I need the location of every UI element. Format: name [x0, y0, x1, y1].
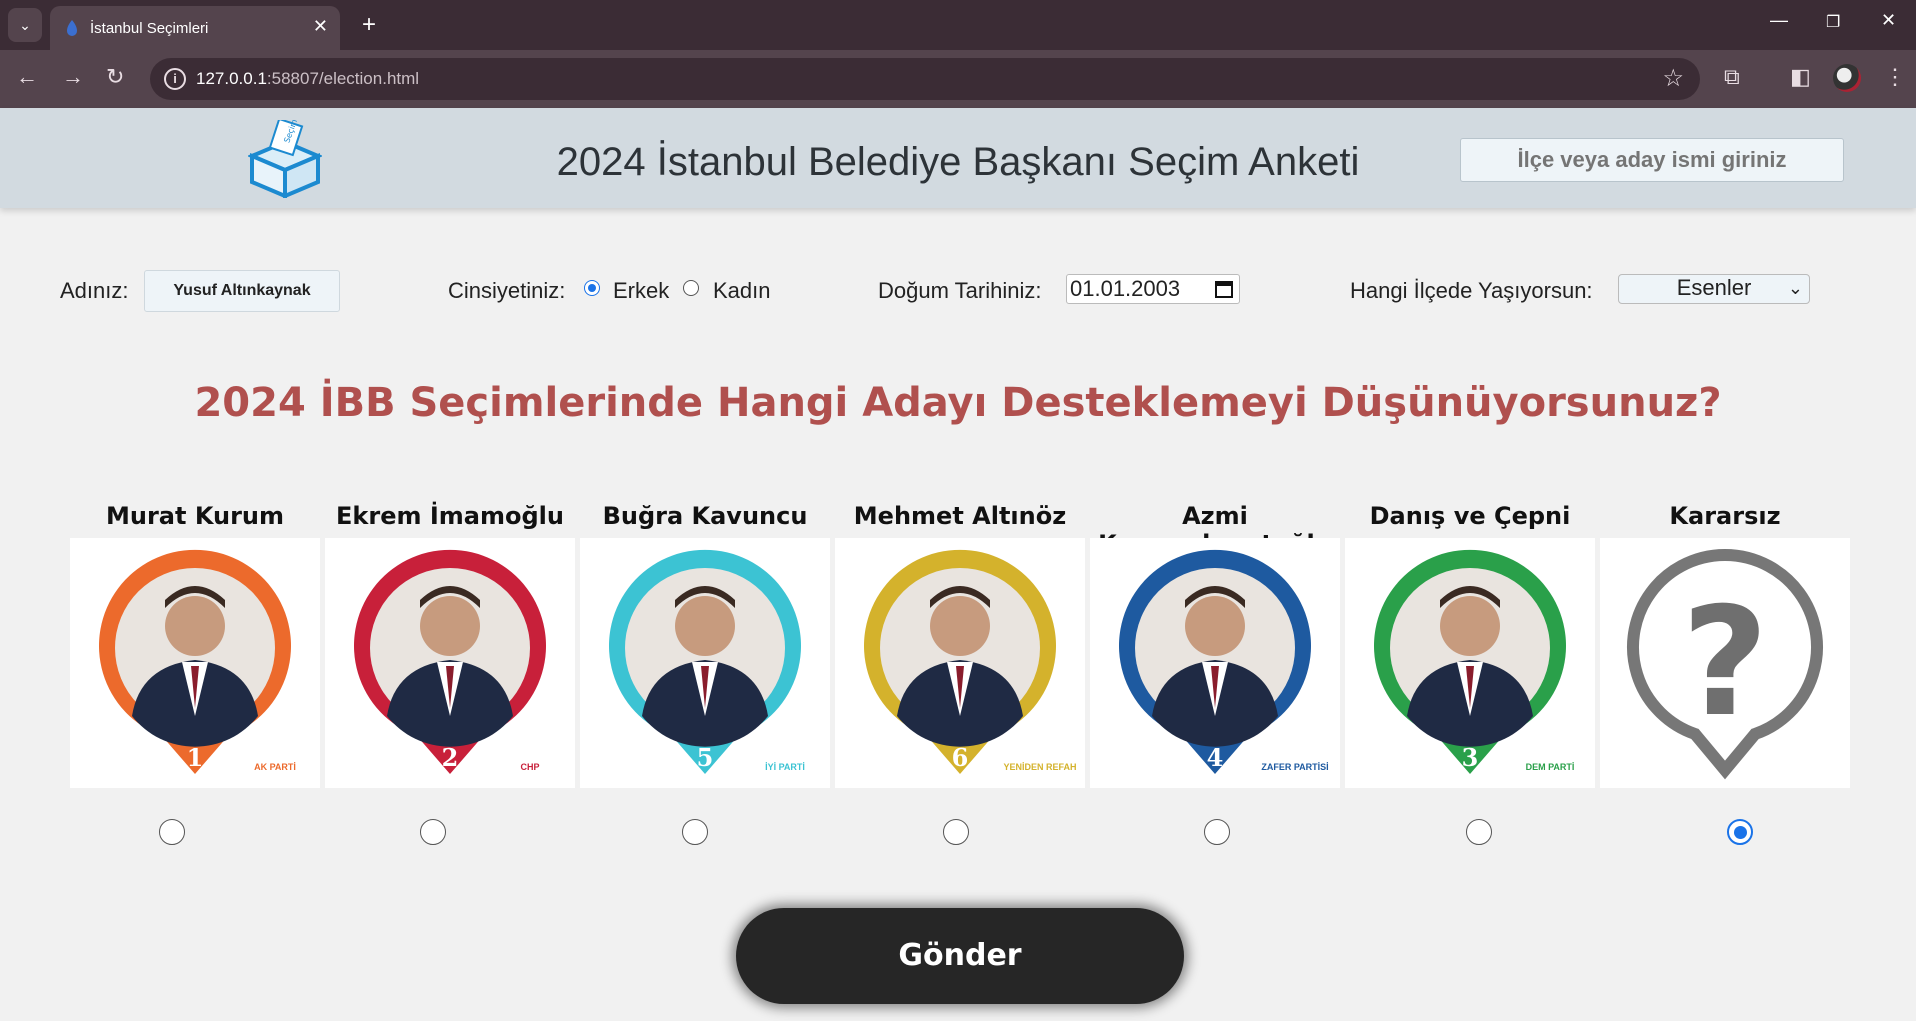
gender-radio-erkek[interactable] — [584, 280, 600, 296]
voter-info-form: Adınız: Cinsiyetiniz: Erkek Kadın Doğum … — [0, 268, 1916, 312]
page: Seçim 2024 İstanbul Belediye Başkanı Seç… — [0, 108, 1916, 1021]
candidate-photo: 3 DEM PARTİ — [1374, 549, 1575, 774]
svg-text:DEM PARTİ: DEM PARTİ — [1526, 762, 1575, 772]
extensions-icon[interactable]: ⧉ — [1724, 64, 1740, 90]
candidate-photo: 5 İYİ PARTİ — [609, 549, 805, 774]
side-panel-icon[interactable]: ◧ — [1790, 64, 1811, 90]
back-arrow-icon[interactable]: ← — [16, 64, 38, 90]
candidate-name: Murat Kurum — [105, 502, 285, 530]
site-info-icon[interactable]: i — [164, 68, 186, 90]
url-text: 127.0.0.1:58807/election.html — [196, 69, 419, 89]
name-field[interactable] — [144, 270, 340, 312]
minimize-icon[interactable]: — — [1770, 10, 1788, 31]
tab-title: İstanbul Seçimleri — [90, 20, 209, 37]
browser-tab[interactable]: İstanbul Seçimleri ✕ — [50, 6, 340, 50]
undecided-question-icon: ? — [1627, 549, 1823, 780]
browser-tabstrip: ⌄ İstanbul Seçimleri ✕ + — ❐ ✕ — [0, 0, 1916, 50]
calendar-icon[interactable] — [1214, 279, 1234, 299]
submit-button[interactable]: Gönder — [736, 908, 1184, 1004]
svg-text:6: 6 — [952, 743, 969, 772]
candidate-name: Mehmet Altınöz — [853, 502, 1067, 530]
svg-text:İYİ PARTİ: İYİ PARTİ — [765, 762, 805, 772]
gender-option-erkek: Erkek — [613, 278, 670, 303]
forward-arrow-icon[interactable]: → — [62, 64, 84, 90]
svg-text:3: 3 — [1462, 743, 1479, 772]
gender-radio-kadin[interactable] — [683, 280, 699, 296]
candidate-card[interactable]: 5 İYİ PARTİ — [580, 538, 830, 788]
address-bar[interactable]: i 127.0.0.1:58807/election.html ☆ — [150, 58, 1700, 100]
district-select[interactable]: Esenler ⌄ — [1618, 274, 1810, 304]
candidate-radio[interactable] — [1727, 819, 1753, 845]
url-host: 127.0.0.1 — [196, 69, 267, 88]
gender-label: Cinsiyetiniz: — [448, 278, 566, 303]
svg-text:CHP: CHP — [520, 762, 539, 772]
candidate-card[interactable]: 2 CHP — [325, 538, 575, 788]
candidate-radio[interactable] — [682, 819, 708, 845]
candidate-radio[interactable] — [159, 819, 185, 845]
candidate-name: Buğra Kavuncu — [602, 502, 808, 530]
candidate-photo: 1 AK PARTİ — [99, 549, 296, 774]
name-label: Adınız: — [60, 278, 129, 303]
candidate-name: Danış ve Çepni — [1369, 502, 1571, 530]
url-path: :58807/election.html — [266, 69, 420, 88]
svg-text:AK PARTİ: AK PARTİ — [254, 762, 296, 772]
candidate-photo: 2 CHP — [354, 549, 546, 774]
search-input[interactable] — [1460, 138, 1844, 182]
candidate-name: Ekrem İmamoğlu — [336, 502, 564, 530]
svg-text:?: ? — [1681, 576, 1768, 750]
favicon-icon — [67, 20, 77, 36]
candidate-card[interactable]: ? — [1600, 538, 1850, 788]
svg-text:2: 2 — [442, 743, 459, 772]
browser-toolbar: ← → ↻ i 127.0.0.1:58807/election.html ☆ … — [0, 50, 1916, 108]
bookmark-star-icon[interactable]: ☆ — [1662, 64, 1684, 93]
profile-avatar[interactable] — [1833, 64, 1861, 92]
district-label: Hangi İlçede Yaşıyorsun: — [1350, 278, 1593, 303]
candidate-card[interactable]: 4 ZAFER PARTİSİ — [1090, 538, 1340, 788]
more-menu-icon[interactable]: ⋮ — [1884, 64, 1906, 90]
chevron-down-icon: ⌄ — [19, 16, 31, 33]
candidate-photo: 6 YENİDEN REFAH — [864, 549, 1077, 774]
restore-icon[interactable]: ❐ — [1826, 12, 1840, 32]
svg-text:1: 1 — [187, 743, 204, 772]
candidate-radio[interactable] — [943, 819, 969, 845]
tab-search-button[interactable]: ⌄ — [8, 8, 42, 42]
candidate-radio[interactable] — [420, 819, 446, 845]
window-close-icon[interactable]: ✕ — [1881, 10, 1896, 31]
reload-icon[interactable]: ↻ — [106, 64, 124, 90]
gender-option-kadin: Kadın — [713, 278, 771, 303]
candidate-radio[interactable] — [1204, 819, 1230, 845]
candidate-card[interactable]: 6 YENİDEN REFAH — [835, 538, 1085, 788]
candidate-name: Kararsız — [1669, 502, 1781, 530]
survey-question: 2024 İBB Seçimlerinde Hangi Adayı Destek… — [194, 380, 1722, 426]
new-tab-button[interactable]: + — [352, 8, 386, 42]
tab-close-icon[interactable]: ✕ — [313, 16, 328, 37]
svg-text:4: 4 — [1207, 743, 1224, 772]
chevron-down-icon: ⌄ — [1787, 278, 1803, 298]
candidate-radio[interactable] — [1466, 819, 1492, 845]
birth-date-label: Doğum Tarihiniz: — [878, 278, 1042, 303]
candidate-photo: 4 ZAFER PARTİSİ — [1119, 549, 1329, 774]
svg-text:5: 5 — [697, 743, 714, 772]
svg-text:YENİDEN REFAH: YENİDEN REFAH — [1003, 762, 1076, 772]
page-header: Seçim 2024 İstanbul Belediye Başkanı Seç… — [0, 108, 1916, 208]
svg-text:ZAFER PARTİSİ: ZAFER PARTİSİ — [1261, 762, 1328, 772]
district-selected-value: Esenler — [1676, 275, 1752, 300]
candidate-card[interactable]: 1 AK PARTİ — [70, 538, 320, 788]
candidate-card[interactable]: 3 DEM PARTİ — [1345, 538, 1595, 788]
